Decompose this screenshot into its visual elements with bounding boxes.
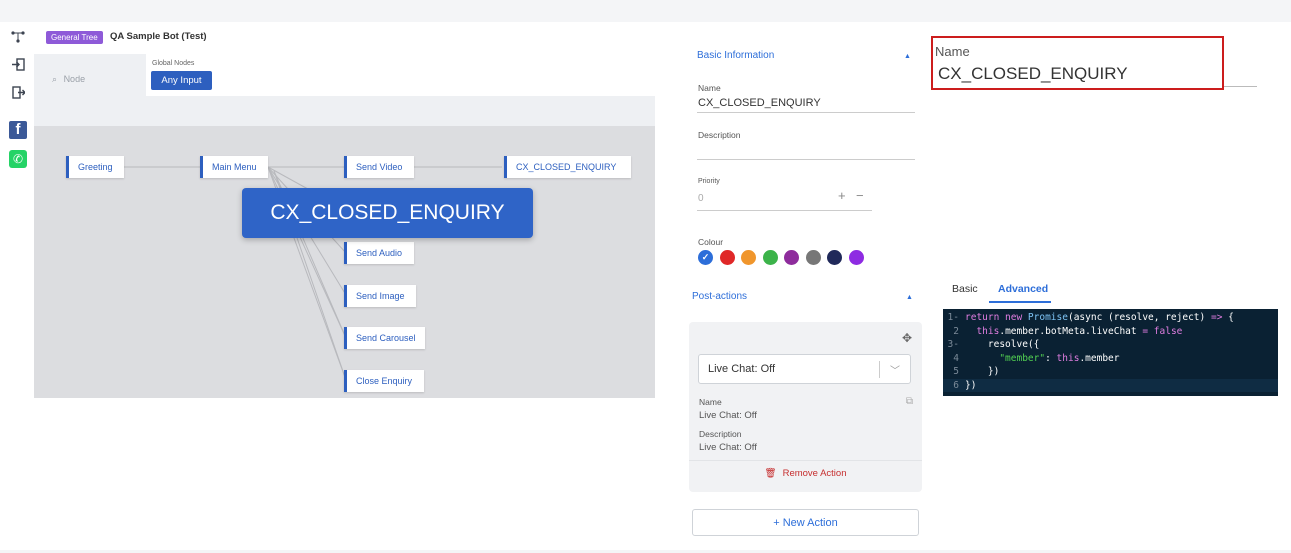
left-rail: f ✆ (0, 22, 34, 402)
external-link-icon[interactable]: ⧉ (906, 396, 913, 407)
action-description-label: Description (699, 429, 742, 439)
divider (689, 460, 922, 461)
node-send-video[interactable]: Send Video (344, 156, 414, 178)
builder-header: General Tree QA Sample Bot (Test) (34, 22, 655, 54)
code-line: 4 "member": this.member (953, 352, 1120, 364)
export-icon[interactable] (9, 86, 27, 104)
priority-underline (697, 210, 872, 211)
tree-type-tag[interactable]: General Tree (46, 31, 103, 44)
code-line: 6}) (943, 378, 1278, 392)
colour-swatch[interactable] (827, 250, 842, 265)
move-icon[interactable]: ✥ (902, 331, 912, 345)
priority-field[interactable]: 0 (698, 193, 704, 204)
select-divider (879, 361, 880, 378)
colour-swatch[interactable] (784, 250, 799, 265)
code-line: 1- return new Promise(async (resolve, rej… (947, 312, 1234, 323)
action-name-value: Live Chat: Off (699, 410, 757, 421)
tree-builder: General Tree QA Sample Bot (Test) ⌕ Node… (34, 22, 655, 398)
action-name-label: Name (699, 397, 722, 407)
name-underline (697, 112, 915, 113)
code-line: 3- resolve({ (947, 339, 1040, 350)
colour-swatch[interactable] (805, 250, 821, 265)
node-send-image[interactable]: Send Image (344, 285, 416, 307)
node-close-enquiry[interactable]: Close Enquiry (344, 370, 424, 392)
global-nodes-bar: ⌕ Node Global Nodes Any Input (34, 54, 655, 126)
remove-action-button[interactable]: 🗑 Remove Action (689, 468, 922, 479)
remove-action-label: Remove Action (782, 468, 847, 479)
action-select-value: Live Chat: Off (708, 363, 776, 375)
callout-underline (1224, 86, 1257, 87)
code-line: 2 this.member.botMeta.liveChat = false (953, 325, 1183, 337)
highlighted-node-overlay: CX_CLOSED_ENQUIRY (242, 188, 533, 238)
new-action-button[interactable]: + New Action (692, 509, 919, 536)
active-tab-indicator (989, 301, 1051, 303)
basic-info-title[interactable]: Basic Information (697, 50, 774, 61)
background-ghost-text (0, 0, 1291, 22)
colour-swatch-selected[interactable]: ✓ (698, 250, 713, 265)
search-icon: ⌕ (52, 74, 58, 84)
action-card: ✥ Live Chat: Off ﹀ Name Live Chat: Off ⧉… (689, 322, 922, 492)
any-input-node[interactable]: Any Input (151, 71, 212, 90)
description-field[interactable] (697, 159, 915, 160)
priority-label: Priority (698, 178, 720, 185)
bot-title: QA Sample Bot (Test) (110, 31, 207, 42)
node-main-menu[interactable]: Main Menu (200, 156, 268, 178)
code-editor[interactable]: 1- return new Promise(async (resolve, rej… (943, 309, 1278, 396)
name-label: Name (698, 83, 721, 93)
import-icon[interactable] (9, 58, 27, 76)
colour-swatch[interactable] (848, 250, 864, 265)
colour-label: Colour (698, 237, 724, 247)
global-nodes-area: Global Nodes Any Input (146, 54, 655, 96)
callout-name-label: Name (935, 44, 970, 59)
global-nodes-label: Global Nodes (152, 60, 195, 67)
whatsapp-icon[interactable]: ✆ (9, 150, 27, 168)
description-label: Description (698, 130, 741, 140)
node-edit-panel: Basic Information ▲ Name CX_CLOSED_ENQUI… (680, 22, 930, 550)
priority-plus-button[interactable]: + (838, 188, 846, 203)
priority-minus-button[interactable]: − (856, 188, 864, 203)
node-cx-closed-enquiry[interactable]: CX_CLOSED_ENQUIRY (504, 156, 631, 178)
chevron-down-icon[interactable]: ﹀ (890, 362, 900, 377)
collapse-up-icon[interactable]: ▲ (904, 53, 911, 60)
colour-swatch[interactable] (719, 250, 735, 265)
node-send-audio[interactable]: Send Audio (344, 242, 414, 264)
colour-swatch[interactable] (762, 250, 778, 265)
collapse-up-icon[interactable]: ▲ (906, 294, 913, 301)
tab-basic[interactable]: Basic (952, 283, 978, 295)
node-greeting[interactable]: Greeting (66, 156, 124, 178)
node-search[interactable]: ⌕ Node (52, 74, 85, 85)
action-select[interactable]: Live Chat: Off ﹀ (698, 354, 911, 384)
post-actions-title[interactable]: Post-actions (692, 291, 747, 302)
name-field[interactable]: CX_CLOSED_ENQUIRY (698, 97, 821, 109)
tree-icon[interactable] (9, 30, 27, 48)
tab-advanced[interactable]: Advanced (998, 283, 1048, 295)
node-send-carousel[interactable]: Send Carousel (344, 327, 425, 349)
action-description-value: Live Chat: Off (699, 442, 757, 453)
trash-icon: 🗑 (764, 468, 777, 479)
search-placeholder: Node (63, 74, 86, 84)
facebook-icon[interactable]: f (9, 121, 27, 139)
callout-name-value: CX_CLOSED_ENQUIRY (938, 64, 1128, 83)
code-line: 5 }) (953, 366, 1000, 377)
tree-canvas[interactable]: Greeting Main Menu Send Video CX_CLOSED_… (34, 126, 655, 398)
name-callout: Name CX_CLOSED_ENQUIRY (931, 36, 1224, 90)
colour-swatch[interactable] (741, 250, 756, 265)
